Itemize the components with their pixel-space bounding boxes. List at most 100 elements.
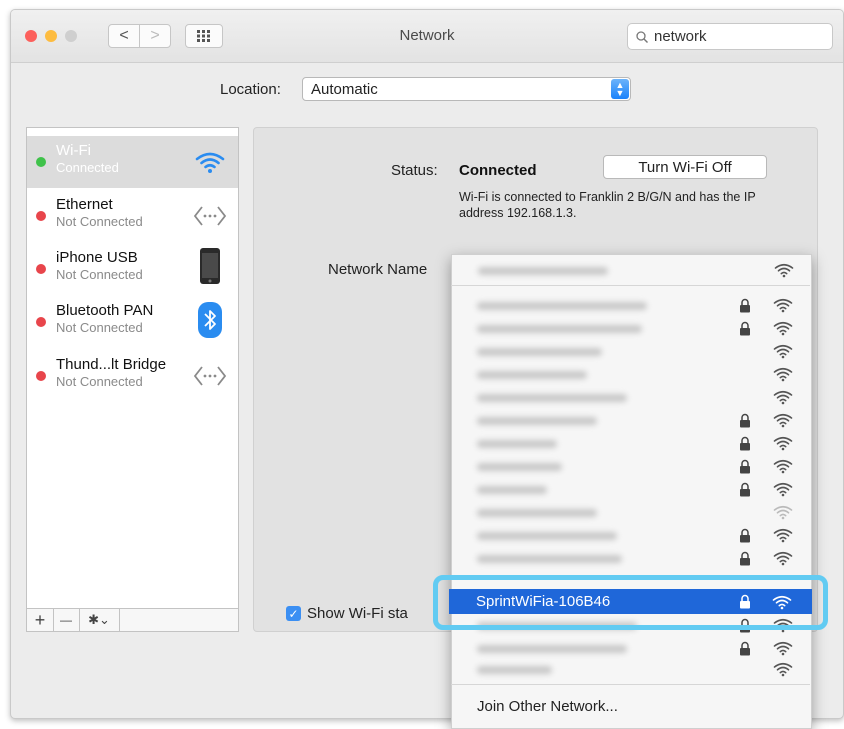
status-dot-red-icon: [36, 371, 46, 381]
lock-icon: [740, 482, 750, 497]
network-item[interactable]: [451, 478, 810, 501]
lock-icon: [740, 298, 750, 313]
turn-wifi-off-button[interactable]: Turn Wi-Fi Off: [603, 155, 767, 179]
wifi-signal-icon: [773, 436, 793, 451]
wifi-signal-icon: [773, 482, 793, 497]
search-input[interactable]: network: [654, 28, 707, 45]
network-item[interactable]: [451, 637, 810, 660]
network-item[interactable]: [451, 658, 810, 681]
wifi-signal-icon: [773, 551, 793, 566]
network-name-redacted: [477, 394, 627, 402]
service-name: Ethernet: [56, 196, 113, 213]
menu-separator: [451, 684, 810, 685]
network-name-redacted: [477, 417, 597, 425]
show-wifi-status-checkbox[interactable]: ✓ Show Wi-Fi sta: [286, 605, 408, 622]
service-status: Not Connected: [56, 267, 143, 282]
wifi-signal-icon: [773, 321, 793, 336]
network-item[interactable]: [451, 317, 810, 340]
highlight-annotation: [433, 575, 828, 630]
network-name-redacted: [477, 555, 622, 563]
wifi-signal-icon: [773, 459, 793, 474]
lock-icon: [740, 459, 750, 474]
status-description: Wi-Fi is connected to Franklin 2 B/G/N a…: [459, 190, 756, 220]
location-label: Location:: [220, 81, 281, 98]
wifi-signal-icon: [773, 505, 793, 520]
updown-chevron-icon: ▲ ▼: [611, 79, 629, 99]
service-item-bluetooth-pan[interactable]: Bluetooth PAN Not Connected: [27, 296, 238, 348]
minus-icon: —: [60, 613, 72, 627]
network-item[interactable]: [451, 524, 810, 547]
service-list: Wi-Fi Connected Ethernet Not Connected i…: [26, 127, 239, 632]
status-label: Status:: [391, 162, 438, 179]
network-item[interactable]: [451, 501, 810, 524]
network-name-redacted: [477, 325, 642, 333]
gear-icon: ✱⌄: [88, 612, 110, 627]
status-dot-green-icon: [36, 157, 46, 167]
network-name-redacted: [477, 645, 627, 653]
add-service-button[interactable]: +: [27, 609, 54, 631]
lock-icon: [740, 528, 750, 543]
service-status: Not Connected: [56, 320, 143, 335]
wifi-signal-icon: [773, 390, 793, 405]
lock-icon: [740, 321, 750, 336]
action-menu-button[interactable]: ✱⌄: [79, 609, 120, 631]
status-value: Connected: [459, 162, 537, 179]
join-other-network-item[interactable]: Join Other Network...: [477, 698, 618, 715]
service-name: Wi-Fi: [56, 142, 91, 159]
iphone-icon: [193, 248, 227, 284]
network-name-redacted: [478, 267, 608, 275]
network-name-redacted: [477, 348, 602, 356]
service-name: Thund...lt Bridge: [56, 356, 167, 373]
wifi-signal-icon: [773, 641, 793, 656]
service-item-thunderbolt-bridge[interactable]: Thund...lt Bridge Not Connected: [27, 350, 238, 402]
network-item[interactable]: [451, 547, 810, 570]
status-dot-red-icon: [36, 317, 46, 327]
network-item[interactable]: [451, 432, 810, 455]
service-item-iphone-usb[interactable]: iPhone USB Not Connected: [27, 243, 238, 295]
service-item-wifi[interactable]: Wi-Fi Connected: [27, 136, 238, 188]
wifi-signal-icon: [773, 298, 793, 313]
service-name: Bluetooth PAN: [56, 302, 154, 319]
checkmark-icon: ✓: [286, 606, 301, 621]
service-list-toolbar: + — ✱⌄: [27, 608, 238, 631]
location-select[interactable]: Automatic ▲ ▼: [302, 77, 631, 101]
service-status: Not Connected: [56, 374, 143, 389]
network-item-current[interactable]: [452, 259, 811, 282]
search-field[interactable]: network: [627, 23, 833, 50]
network-item[interactable]: [451, 363, 810, 386]
network-name-redacted: [477, 666, 552, 674]
service-status: Connected: [56, 160, 119, 175]
network-item[interactable]: [451, 409, 810, 432]
service-status: Not Connected: [56, 214, 143, 229]
network-item[interactable]: [451, 340, 810, 363]
wifi-signal-icon: [774, 263, 794, 278]
network-item[interactable]: [451, 294, 810, 317]
network-name-redacted: [477, 302, 647, 310]
status-dot-red-icon: [36, 211, 46, 221]
network-name-redacted: [477, 509, 597, 517]
ethernet-arrows-icon: [193, 199, 227, 233]
status-dot-red-icon: [36, 264, 46, 274]
network-name-redacted: [477, 486, 547, 494]
ethernet-arrows-icon: [193, 359, 227, 393]
remove-service-button[interactable]: —: [53, 609, 80, 631]
network-name-redacted: [477, 440, 557, 448]
lock-icon: [740, 413, 750, 428]
show-wifi-status-label: Show Wi-Fi sta: [307, 605, 408, 622]
network-name-label: Network Name: [328, 261, 428, 278]
wifi-icon: [193, 145, 227, 179]
search-icon: [636, 30, 648, 43]
wifi-signal-icon: [773, 662, 793, 677]
network-name-redacted: [477, 532, 617, 540]
lock-icon: [740, 641, 750, 656]
network-item[interactable]: [451, 386, 810, 409]
wifi-signal-icon: [773, 413, 793, 428]
network-item[interactable]: [451, 455, 810, 478]
wifi-signal-icon: [773, 344, 793, 359]
bluetooth-icon: [193, 302, 227, 338]
network-name-redacted: [477, 371, 587, 379]
network-name-redacted: [477, 463, 562, 471]
service-name: iPhone USB: [56, 249, 138, 266]
lock-icon: [740, 551, 750, 566]
service-item-ethernet[interactable]: Ethernet Not Connected: [27, 190, 238, 242]
